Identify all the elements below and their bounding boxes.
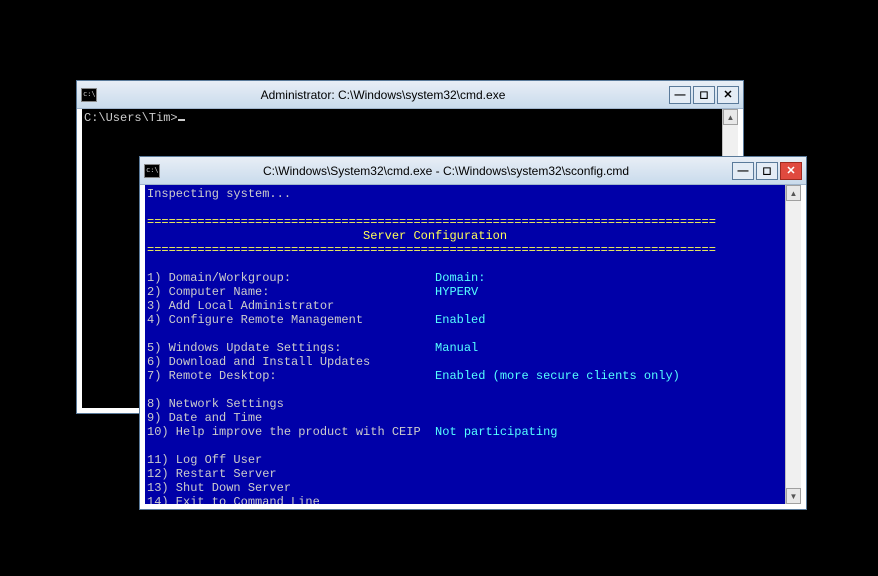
menu-value: Manual <box>435 341 478 355</box>
maximize-button[interactable]: ◻ <box>756 162 778 180</box>
titlebar[interactable]: C:\Windows\System32\cmd.exe - C:\Windows… <box>140 157 806 185</box>
window-title: C:\Windows\System32\cmd.exe - C:\Windows… <box>166 164 726 178</box>
scroll-up-button[interactable]: ▲ <box>786 185 801 201</box>
menu-item-15: 12) Restart Server <box>147 467 435 481</box>
cmd-icon <box>144 164 160 178</box>
scroll-down-button[interactable]: ▼ <box>786 488 801 504</box>
maximize-button[interactable]: ◻ <box>693 86 715 104</box>
header: Server Configuration <box>147 229 716 243</box>
menu-value: Not participating <box>435 425 557 439</box>
menu-item-14: 11) Log Off User <box>147 453 435 467</box>
window-title: Administrator: C:\Windows\system32\cmd.e… <box>103 88 663 102</box>
minimize-button[interactable]: — <box>669 86 691 104</box>
scroll-track[interactable] <box>786 201 801 488</box>
menu-item-7: 6) Download and Install Updates <box>147 355 435 369</box>
client-area: Inspecting system... ===================… <box>145 185 801 504</box>
menu-value: Domain: <box>435 271 485 285</box>
cmd-window-sconfig: C:\Windows\System32\cmd.exe - C:\Windows… <box>139 156 807 510</box>
menu-item-6: 5) Windows Update Settings: Manual <box>147 341 478 355</box>
close-button[interactable]: ✕ <box>717 86 739 104</box>
menu-item-8: 7) Remote Desktop: Enabled (more secure … <box>147 369 680 383</box>
divider: ========================================… <box>147 243 716 257</box>
inspecting-line: Inspecting system... <box>147 187 291 201</box>
menu-value: Enabled <box>435 313 485 327</box>
window-controls: — ◻ ✕ <box>669 86 739 104</box>
console-output[interactable]: Inspecting system... ===================… <box>145 185 785 504</box>
menu-item-3: 3) Add Local Administrator <box>147 299 435 313</box>
scroll-up-button[interactable]: ▲ <box>723 109 738 125</box>
menu-item-11: 9) Date and Time <box>147 411 435 425</box>
cmd-icon <box>81 88 97 102</box>
minimize-button[interactable]: — <box>732 162 754 180</box>
menu-item-10: 8) Network Settings <box>147 397 435 411</box>
menu-item-16: 13) Shut Down Server <box>147 481 435 495</box>
menu-item-1: 1) Domain/Workgroup: Domain: <box>147 271 485 285</box>
menu-value: Enabled (more secure clients only) <box>435 369 680 383</box>
menu-item-2: 2) Computer Name: HYPERV <box>147 285 478 299</box>
close-button[interactable]: ✕ <box>780 162 802 180</box>
window-controls: — ◻ ✕ <box>732 162 802 180</box>
titlebar[interactable]: Administrator: C:\Windows\system32\cmd.e… <box>77 81 743 109</box>
prompt: C:\Users\Tim> <box>84 111 178 125</box>
menu-item-4: 4) Configure Remote Management Enabled <box>147 313 485 327</box>
menu-value: HYPERV <box>435 285 478 299</box>
divider: ========================================… <box>147 215 716 229</box>
scrollbar[interactable]: ▲ ▼ <box>785 185 801 504</box>
menu-item-17: 14) Exit to Command Line <box>147 495 435 504</box>
menu-item-12: 10) Help improve the product with CEIP N… <box>147 425 557 439</box>
cursor <box>178 119 185 121</box>
